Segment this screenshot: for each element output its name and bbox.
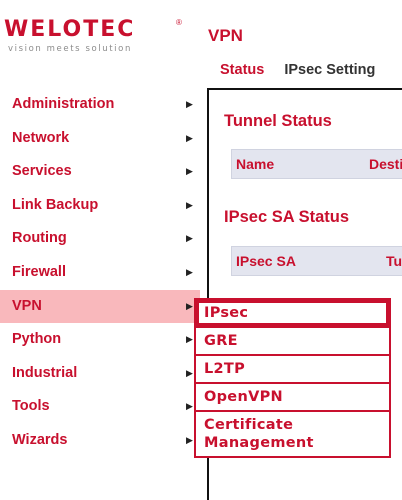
logo-wordmark: WELOTEC xyxy=(4,17,136,42)
tab-bar: Status IPsec Setting xyxy=(220,62,375,78)
welotec-logo: WELOTEC ® vision meets solution xyxy=(4,18,184,60)
chevron-right-icon: ▶ xyxy=(186,266,193,277)
chevron-right-icon: ▶ xyxy=(186,334,193,345)
ipsec-sa-table-header: IPsec SA Tu xyxy=(231,246,402,276)
sidebar-item-tools[interactable]: Tools ▶ xyxy=(0,390,200,424)
sidebar-nav: Administration ▶ Network ▶ Services ▶ Li… xyxy=(0,88,200,458)
sidebar-item-industrial[interactable]: Industrial ▶ xyxy=(0,357,200,391)
sidebar-item-label: Link Backup xyxy=(12,196,99,213)
chevron-right-icon: ▶ xyxy=(186,300,193,311)
sidebar-item-label: Industrial xyxy=(12,364,78,381)
logo-tagline: vision meets solution xyxy=(8,44,132,54)
sidebar-item-python[interactable]: Python ▶ xyxy=(0,323,200,357)
submenu-item-openvpn[interactable]: OpenVPN xyxy=(196,382,389,410)
submenu-item-certificate-management[interactable]: Certificate Management xyxy=(196,410,389,456)
sidebar-item-administration[interactable]: Administration ▶ xyxy=(0,88,200,122)
chevron-right-icon: ▶ xyxy=(186,132,193,143)
chevron-right-icon: ▶ xyxy=(186,233,193,244)
tunnel-status-title: Tunnel Status xyxy=(224,112,332,130)
column-header-destination: Desti xyxy=(369,156,402,172)
sidebar-item-wizards[interactable]: Wizards ▶ xyxy=(0,424,200,458)
vpn-submenu: IPsec GRE L2TP OpenVPN Certificate Manag… xyxy=(194,298,391,458)
submenu-item-l2tp[interactable]: L2TP xyxy=(196,354,389,382)
sidebar-item-services[interactable]: Services ▶ xyxy=(0,155,200,189)
logo-registered-mark: ® xyxy=(176,18,182,27)
ipsec-sa-status-title: IPsec SA Status xyxy=(224,208,350,226)
column-header-ipsec-sa: IPsec SA xyxy=(236,253,296,269)
sidebar-item-label: Wizards xyxy=(12,431,68,448)
chevron-right-icon: ▶ xyxy=(186,401,193,412)
sidebar-item-network[interactable]: Network ▶ xyxy=(0,122,200,156)
chevron-right-icon: ▶ xyxy=(186,434,193,445)
sidebar-item-label: Services xyxy=(12,163,72,180)
tunnel-status-table-header: Name Desti xyxy=(231,149,402,179)
sidebar-item-label: Firewall xyxy=(12,263,66,280)
sidebar-item-label: Python xyxy=(12,331,62,348)
submenu-item-gre[interactable]: GRE xyxy=(196,326,389,354)
sidebar-item-routing[interactable]: Routing ▶ xyxy=(0,222,200,256)
sidebar-item-label: Network xyxy=(12,129,70,146)
chevron-right-icon: ▶ xyxy=(186,367,193,378)
sidebar-item-link-backup[interactable]: Link Backup ▶ xyxy=(0,189,200,223)
tab-status[interactable]: Status xyxy=(220,62,264,78)
sidebar-item-firewall[interactable]: Firewall ▶ xyxy=(0,256,200,290)
sidebar-item-label: Routing xyxy=(12,230,67,247)
sidebar-item-label: Administration xyxy=(12,96,115,112)
page-title: VPN xyxy=(208,26,243,45)
tab-ipsec-setting[interactable]: IPsec Setting xyxy=(284,62,375,78)
submenu-item-ipsec[interactable]: IPsec xyxy=(196,300,389,326)
sidebar-item-label: VPN xyxy=(12,297,42,314)
column-header-name: Name xyxy=(236,156,275,172)
sidebar-item-label: Tools xyxy=(12,398,50,415)
sidebar-item-vpn[interactable]: VPN ▶ xyxy=(0,289,200,324)
chevron-right-icon: ▶ xyxy=(186,166,193,177)
chevron-right-icon: ▶ xyxy=(186,199,193,210)
chevron-right-icon: ▶ xyxy=(186,99,193,109)
column-header-tunnel: Tu xyxy=(386,253,402,269)
